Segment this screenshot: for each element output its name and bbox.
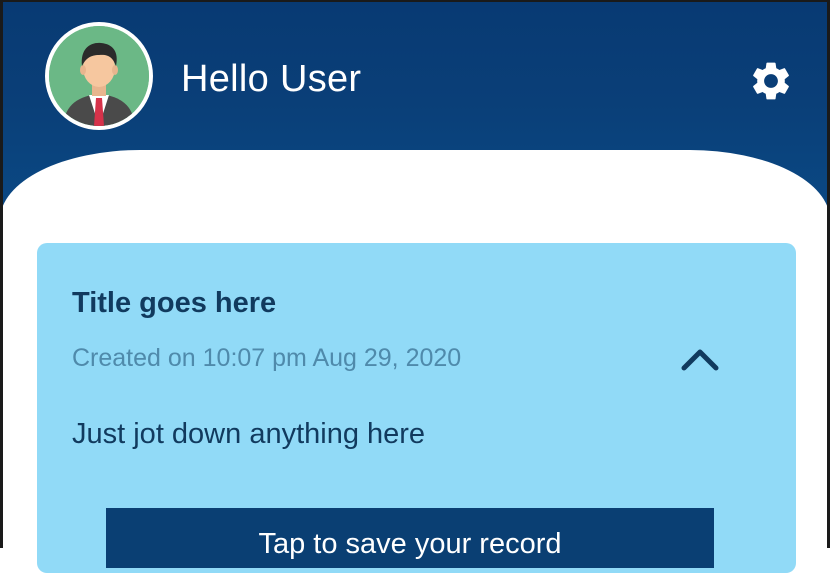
note-created-date: Created on 10:07 pm Aug 29, 2020: [72, 344, 462, 372]
avatar[interactable]: [45, 22, 153, 130]
chevron-up-icon[interactable]: [680, 342, 720, 374]
user-avatar-icon: [49, 26, 149, 126]
gear-icon[interactable]: [748, 58, 794, 104]
note-body: Just jot down anything here: [72, 418, 426, 450]
note-title: Title goes here: [72, 287, 277, 319]
greeting-text: Hello User: [181, 58, 362, 100]
save-record-button[interactable]: Tap to save your record: [106, 508, 714, 568]
